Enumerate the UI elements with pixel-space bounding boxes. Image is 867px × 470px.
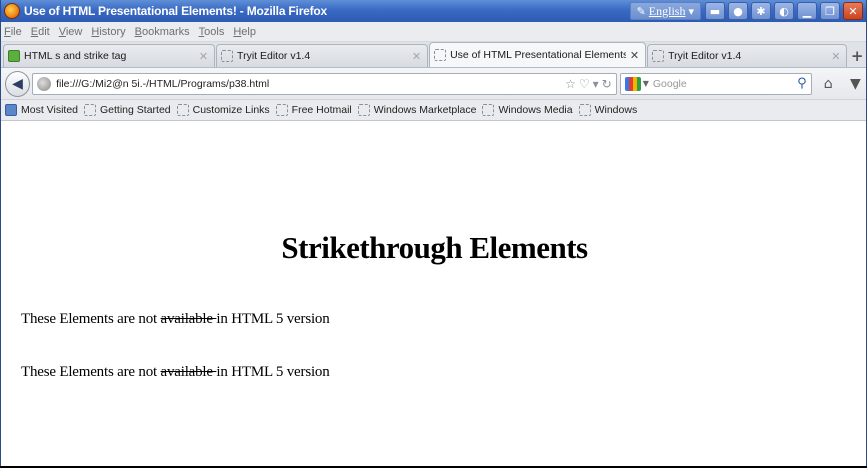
google-icon[interactable]	[624, 76, 641, 91]
dropdown-icon[interactable]: ▾	[593, 77, 599, 91]
page-heading: Strikethrough Elements	[281, 230, 588, 265]
strikethrough-text: available	[160, 311, 217, 327]
mouse-icon[interactable]: ●	[728, 2, 748, 20]
chevron-down-icon[interactable]: ▼	[643, 79, 649, 88]
page-icon	[652, 50, 665, 62]
menu-tools[interactable]: Tools	[199, 26, 225, 38]
url-text[interactable]: file:///G:/Mi2@n 5i.-/HTML/Programs/p38.…	[56, 78, 565, 90]
page-icon	[221, 50, 234, 62]
translate-icon: ✎	[636, 4, 646, 18]
new-tab-button[interactable]: +	[848, 45, 866, 67]
title-bar: Use of HTML Presentational Elements! - M…	[1, 0, 866, 22]
strikethrough-text: available	[160, 364, 217, 380]
bookmarks-bar: Most Visited Getting Started Customize L…	[1, 100, 866, 121]
menu-history[interactable]: History	[91, 26, 125, 38]
bookmark-free-hotmail[interactable]: Free Hotmail	[275, 104, 352, 116]
pocket-shield-icon[interactable]: ▼	[845, 76, 866, 92]
tab-label: Tryit Editor v1.4	[668, 50, 742, 62]
tab-label: Use of HTML Presentational Elements!	[450, 49, 626, 61]
bookmark-icon	[482, 104, 495, 116]
bookmark-icon	[357, 104, 370, 116]
bookmark-icon	[5, 104, 17, 116]
page-icon	[434, 49, 447, 61]
minimize-tray-icon[interactable]: ▬	[705, 2, 725, 20]
window-title: Use of HTML Presentational Elements! - M…	[24, 4, 328, 18]
navigation-bar: ◀ file:///G:/Mi2@n 5i.-/HTML/Programs/p3…	[1, 68, 866, 100]
title-bar-controls: ✎ English ▾ ▬ ● ✱ ◐ ▁ ❐ ✕	[629, 0, 866, 22]
chevron-down-icon: ▾	[688, 4, 694, 18]
bookmark-icon	[176, 104, 189, 116]
globe-icon[interactable]: ◐	[774, 2, 794, 20]
search-box[interactable]: ▼ Google ⚲	[619, 72, 812, 95]
bookmark-windows[interactable]: Windows	[578, 104, 637, 116]
menu-bar: File Edit View History Bookmarks Tools H…	[1, 22, 866, 42]
close-icon[interactable]: ✕	[630, 49, 639, 62]
menu-help[interactable]: Help	[233, 26, 256, 38]
tab-tryit-editor[interactable]: Tryit Editor v1.4 ✕	[216, 44, 429, 67]
tab-label: Tryit Editor v1.4	[237, 50, 311, 62]
menu-view[interactable]: View	[59, 26, 83, 38]
url-bar-actions: ☆ ♡ ▾ ↻	[565, 77, 612, 91]
window-bottom-border	[0, 466, 867, 468]
restore-button[interactable]: ❐	[820, 2, 840, 20]
url-bar[interactable]: file:///G:/Mi2@n 5i.-/HTML/Programs/p38.…	[32, 72, 617, 95]
page-content: Strikethrough Elements These Elements ar…	[2, 123, 866, 466]
home-icon[interactable]: ⌂	[818, 76, 839, 92]
menu-file[interactable]: File	[4, 26, 22, 38]
tab-html-s-strike[interactable]: HTML s and strike tag ✕	[3, 44, 216, 67]
bookmark-icon	[84, 104, 96, 116]
tab-strip: HTML s and strike tag ✕ Tryit Editor v1.…	[1, 42, 866, 68]
arrow-left-icon: ◀	[12, 75, 23, 92]
star-icon[interactable]: ☆	[565, 77, 576, 91]
firefox-logo-icon	[4, 3, 20, 19]
reload-icon[interactable]: ↻	[602, 77, 612, 91]
bookmark-most-visited[interactable]: Most Visited	[5, 104, 78, 116]
menu-bookmarks[interactable]: Bookmarks	[135, 26, 190, 38]
close-icon[interactable]: ✕	[831, 50, 840, 63]
browser-window: Use of HTML Presentational Elements! - M…	[0, 0, 867, 466]
bookmark-windows-media[interactable]: Windows Media	[482, 104, 573, 116]
language-button[interactable]: ✎ English ▾	[629, 2, 701, 20]
language-label: English	[648, 3, 686, 18]
bookmark-customize-links[interactable]: Customize Links	[176, 104, 270, 116]
site-identity-icon[interactable]	[37, 76, 52, 91]
paragraph-2: These Elements are not available in HTML…	[21, 364, 330, 380]
bookmark-getting-started[interactable]: Getting Started	[84, 104, 171, 116]
page-icon	[8, 50, 20, 62]
minimize-button[interactable]: ▁	[797, 2, 817, 20]
search-input[interactable]: Google	[653, 78, 797, 90]
bookmark-icon	[578, 104, 591, 116]
close-icon[interactable]: ✕	[199, 50, 208, 63]
tab-presentational-elements[interactable]: Use of HTML Presentational Elements! ✕	[429, 42, 647, 67]
menu-edit[interactable]: Edit	[31, 26, 50, 38]
bookmark-icon	[275, 104, 288, 116]
back-button[interactable]: ◀	[5, 70, 31, 97]
search-icon[interactable]: ⚲	[797, 76, 807, 91]
pocket-icon[interactable]: ♡	[579, 77, 590, 91]
close-button[interactable]: ✕	[843, 2, 863, 20]
close-icon[interactable]: ✕	[412, 50, 421, 63]
paragraph-1: These Elements are not available in HTML…	[21, 311, 330, 327]
tab-tryit-editor-2[interactable]: Tryit Editor v1.4 ✕	[647, 44, 848, 67]
gear-icon[interactable]: ✱	[751, 2, 771, 20]
bookmark-windows-marketplace[interactable]: Windows Marketplace	[357, 104, 476, 116]
tab-label: HTML s and strike tag	[24, 50, 127, 62]
